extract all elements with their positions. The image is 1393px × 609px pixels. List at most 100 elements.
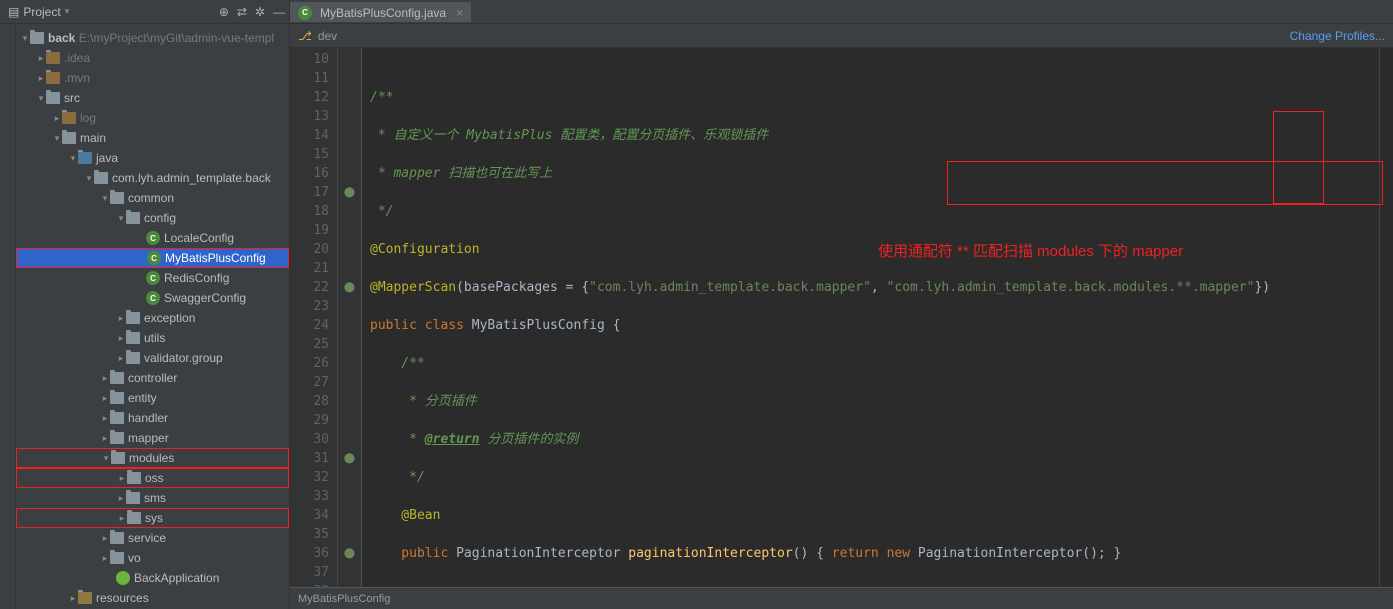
tree-swagger[interactable]: SwaggerConfig — [16, 288, 289, 308]
gear-icon[interactable]: ✲ — [255, 5, 265, 19]
tab-label: MyBatisPlusConfig.java — [320, 6, 446, 20]
tree-sms[interactable]: ▸sms — [16, 488, 289, 508]
package-icon — [110, 412, 124, 424]
tree-log[interactable]: ▸log — [16, 108, 289, 128]
package-icon — [110, 392, 124, 404]
tree-common[interactable]: ▾common — [16, 188, 289, 208]
tree-label: oss — [145, 471, 164, 485]
tree-resources[interactable]: ▸resources — [16, 588, 289, 608]
tree-label: validator.group — [144, 351, 223, 365]
chevron-down-icon: ▾ — [65, 6, 70, 17]
tree-controller[interactable]: ▸controller — [16, 368, 289, 388]
root-name: back — [48, 31, 75, 45]
tree-locale[interactable]: LocaleConfig — [16, 228, 289, 248]
project-title[interactable]: ▤ Project ▾ — [4, 5, 69, 19]
tree-main[interactable]: ▾main — [16, 128, 289, 148]
folder-icon — [46, 72, 60, 84]
tree-label: service — [128, 531, 166, 545]
breadcrumb-bar: ⎇ dev Change Profiles... — [290, 24, 1393, 48]
tree-label: handler — [128, 411, 168, 425]
tree-idea[interactable]: ▸.idea — [16, 48, 289, 68]
code-editor[interactable]: 1011121314151617181920212223242526272829… — [290, 48, 1393, 587]
tree-label: config — [144, 211, 176, 225]
package-icon — [126, 312, 140, 324]
tree-backapp[interactable]: BackApplication — [16, 568, 289, 588]
tree-oss[interactable]: ▸oss — [16, 468, 289, 488]
target-icon[interactable]: ⊕ — [219, 5, 229, 19]
tree-label: entity — [128, 391, 157, 405]
editor-tabs: MyBatisPlusConfig.java × — [290, 0, 471, 23]
close-tab-icon[interactable]: × — [456, 6, 463, 20]
tree-pkg[interactable]: ▾com.lyh.admin_template.back — [16, 168, 289, 188]
tab-mybatisplusconfig[interactable]: MyBatisPlusConfig.java × — [290, 2, 471, 22]
annotation-text: 使用通配符 ** 匹配扫描 modules 下的 mapper — [878, 240, 1183, 261]
git-branch-icon: ⎇ — [298, 29, 312, 43]
tree-modules[interactable]: ▾modules — [16, 448, 289, 468]
tree-root[interactable]: ▾back E:\myProject\myGit\admin-vue-templ — [16, 28, 289, 48]
tree-label: resources — [96, 591, 149, 605]
spring-boot-icon — [116, 571, 130, 585]
tree-label: SwaggerConfig — [164, 291, 246, 305]
tree-service[interactable]: ▸service — [16, 528, 289, 548]
gutter-marks: ⬤⬤⬤⬤ — [338, 48, 362, 587]
expand-icon[interactable]: ⇄ — [237, 5, 247, 19]
folder-icon — [46, 52, 60, 64]
tree-label: controller — [128, 371, 177, 385]
class-icon — [146, 231, 160, 245]
project-icon: ▤ — [8, 5, 19, 19]
tree-handler[interactable]: ▸handler — [16, 408, 289, 428]
package-icon — [110, 552, 124, 564]
top-bar: ▤ Project ▾ ⊕ ⇄ ✲ — MyBatisPlusConfig.ja… — [0, 0, 1393, 24]
tree-mybatis-selected[interactable]: MyBatisPlusConfig — [16, 248, 289, 268]
tree-label: common — [128, 191, 174, 205]
package-icon — [110, 432, 124, 444]
tree-src[interactable]: ▾src — [16, 88, 289, 108]
tree-java[interactable]: ▾java — [16, 148, 289, 168]
package-icon — [127, 472, 141, 484]
class-icon — [146, 291, 160, 305]
tree-label: vo — [128, 551, 141, 565]
tree-config[interactable]: ▾config — [16, 208, 289, 228]
tree-label: main — [80, 131, 106, 145]
class-icon — [147, 251, 161, 265]
package-icon — [111, 452, 125, 464]
tree-vo[interactable]: ▸vo — [16, 548, 289, 568]
root-path: E:\myProject\myGit\admin-vue-templ — [79, 31, 274, 45]
tree-label: RedisConfig — [164, 271, 229, 285]
tree-utils[interactable]: ▸utils — [16, 328, 289, 348]
tree-label: BackApplication — [134, 571, 219, 585]
folder-icon — [78, 152, 92, 164]
status-class-name[interactable]: MyBatisPlusConfig — [298, 593, 390, 605]
project-label: Project — [23, 5, 60, 19]
package-icon — [126, 492, 140, 504]
tree-label: mapper — [128, 431, 169, 445]
tree-mvn[interactable]: ▸.mvn — [16, 68, 289, 88]
tree-mapper[interactable]: ▸mapper — [16, 428, 289, 448]
package-icon — [110, 372, 124, 384]
tree-label: sys — [145, 511, 163, 525]
project-tree-panel: ▾back E:\myProject\myGit\admin-vue-templ… — [16, 24, 290, 609]
minimize-icon[interactable]: — — [273, 5, 285, 19]
project-tree[interactable]: ▾back E:\myProject\myGit\admin-vue-templ… — [16, 24, 289, 608]
tree-redis[interactable]: RedisConfig — [16, 268, 289, 288]
folder-icon — [46, 92, 60, 104]
package-icon — [126, 212, 140, 224]
folder-icon — [62, 132, 76, 144]
editor-minimap[interactable] — [1379, 48, 1393, 587]
tree-exception[interactable]: ▸exception — [16, 308, 289, 328]
package-icon — [110, 192, 124, 204]
tree-entity[interactable]: ▸entity — [16, 388, 289, 408]
tree-label: MyBatisPlusConfig — [165, 251, 266, 265]
tree-validator[interactable]: ▸validator.group — [16, 348, 289, 368]
left-sidebar — [0, 24, 16, 609]
code-content[interactable]: /** * 自定义一个 MybatisPlus 配置类，配置分页插件、乐观锁插件… — [362, 48, 1379, 587]
tree-sys[interactable]: ▸sys — [16, 508, 289, 528]
change-profiles-link[interactable]: Change Profiles... — [1290, 29, 1385, 43]
status-bar: MyBatisPlusConfig — [290, 587, 1393, 609]
package-icon — [94, 172, 108, 184]
package-icon — [126, 332, 140, 344]
tree-label: log — [80, 111, 96, 125]
tree-label: utils — [144, 331, 165, 345]
branch-name[interactable]: dev — [318, 29, 337, 43]
package-icon — [127, 512, 141, 524]
